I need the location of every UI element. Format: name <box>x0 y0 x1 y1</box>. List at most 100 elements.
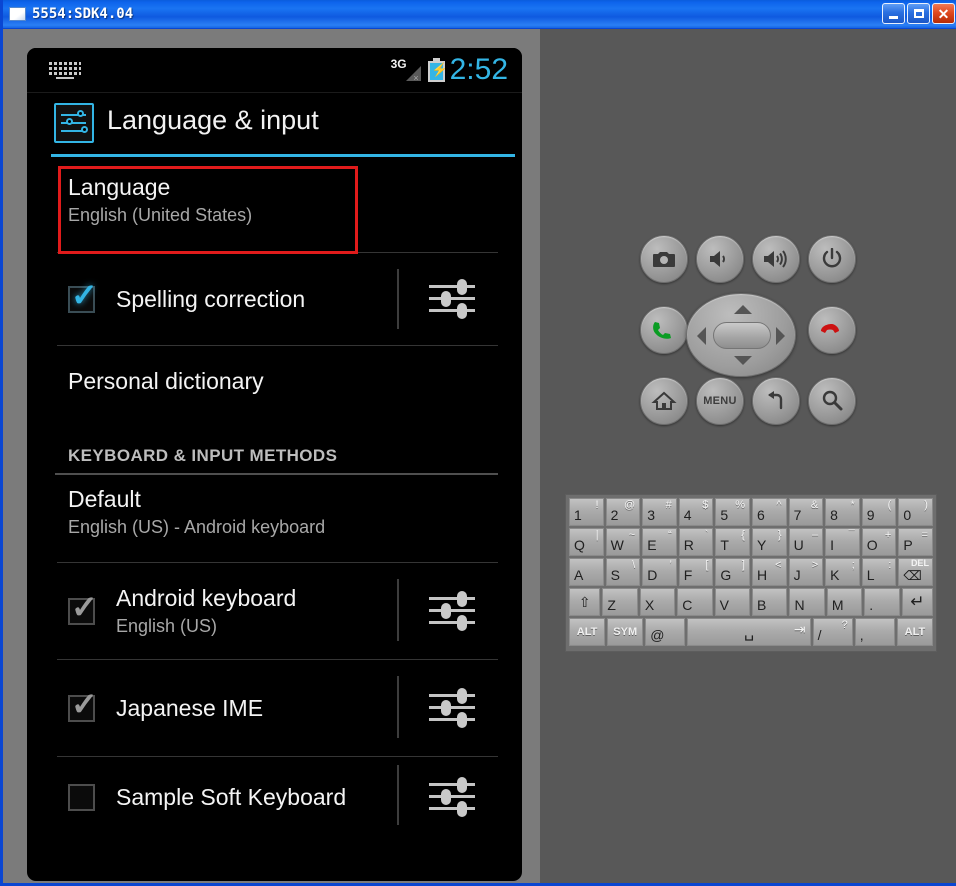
key-d[interactable]: D’ <box>642 558 677 586</box>
dpad[interactable] <box>686 293 796 377</box>
key-g[interactable]: G] <box>715 558 750 586</box>
signal-3g-icon: 3G × <box>391 56 423 84</box>
key-9[interactable]: 9( <box>861 498 897 526</box>
dpad-center-button[interactable] <box>713 322 771 349</box>
key-t[interactable]: T{ <box>715 528 750 556</box>
key-main: N <box>794 597 805 613</box>
key-alt-right[interactable]: ALT <box>896 618 934 646</box>
page-title: Language & input <box>107 105 319 135</box>
emulator-hardware-keyboard[interactable]: 1! 2 @ 3 # 4 $ 5% 6 ^ 7 & 8 * 9( 0) Q | W ~ E “ R… <box>565 494 937 652</box>
key-alt: ` <box>704 529 709 541</box>
spelling-correction-checkbox[interactable]: ✓ <box>68 279 98 313</box>
camera-button[interactable] <box>640 235 688 283</box>
volume-up-button[interactable] <box>752 235 800 283</box>
list-item-japanese-ime[interactable]: ✓ Japanese IME <box>27 660 522 756</box>
japanese-ime-checkbox[interactable]: ✓ <box>68 688 98 722</box>
keyboard-row-bottom: ALT SYM @ ␣ ⇥ /? , ALT <box>569 618 934 646</box>
key-q[interactable]: Q | <box>569 528 604 556</box>
key-5[interactable]: 5% <box>715 498 750 526</box>
key-main: . <box>869 597 874 613</box>
key-r[interactable]: R ` <box>678 528 714 556</box>
key-8[interactable]: 8 * <box>825 498 860 526</box>
key-e[interactable]: E “ <box>642 528 677 556</box>
maximize-button[interactable] <box>907 3 930 24</box>
sample-soft-keyboard-settings-icon[interactable] <box>429 777 475 817</box>
key-o[interactable]: O + <box>861 528 897 556</box>
menu-button[interactable]: MENU <box>696 377 744 425</box>
key-z[interactable]: Z <box>602 588 638 616</box>
key-1[interactable]: 1! <box>569 498 604 526</box>
call-button[interactable] <box>640 306 688 354</box>
list-item-language[interactable]: Language English (United States) <box>27 160 522 254</box>
key-j[interactable]: J > <box>788 558 824 586</box>
list-item-default-keyboard[interactable]: Default English (US) - Android keyboard <box>27 472 522 562</box>
key-b[interactable]: B <box>752 588 788 616</box>
list-item-personal-dictionary[interactable]: Personal dictionary <box>27 346 522 424</box>
sample-soft-keyboard-checkbox[interactable] <box>68 783 95 811</box>
key-slash[interactable]: /? <box>812 618 853 646</box>
key-shift[interactable]: ⇧ <box>569 588 601 616</box>
key-w[interactable]: W ~ <box>605 528 641 556</box>
key-alt-left[interactable]: ALT <box>569 618 606 646</box>
key-n[interactable]: N <box>789 588 825 616</box>
key-x[interactable]: X <box>639 588 676 616</box>
key-comma[interactable]: , <box>854 618 895 646</box>
volume-down-button[interactable] <box>696 235 744 283</box>
android-keyboard-subtitle: English (US) <box>116 616 218 636</box>
close-button[interactable]: ✕ <box>932 3 955 24</box>
key-c[interactable]: C <box>677 588 713 616</box>
end-call-button[interactable] <box>808 306 856 354</box>
key-at[interactable]: @ <box>645 618 686 646</box>
key-h[interactable]: H < <box>751 558 787 586</box>
dpad-up-icon[interactable] <box>734 305 752 314</box>
search-button[interactable] <box>808 377 856 425</box>
key-7[interactable]: 7 & <box>788 498 824 526</box>
dpad-left-icon[interactable] <box>697 327 706 345</box>
key-enter[interactable]: ↵ <box>901 588 934 616</box>
list-item-sample-soft-keyboard[interactable]: Sample Soft Keyboard <box>27 757 522 837</box>
android-keyboard-settings-icon[interactable] <box>429 591 475 631</box>
key-f[interactable]: F[ <box>678 558 714 586</box>
key-a[interactable]: A <box>569 558 604 586</box>
home-button[interactable] <box>640 377 688 425</box>
key-u[interactable]: U – <box>788 528 824 556</box>
key-l[interactable]: L: <box>861 558 897 586</box>
key-4[interactable]: 4 $ <box>678 498 714 526</box>
end-call-red-icon <box>821 324 839 333</box>
key-v[interactable]: V <box>714 588 751 616</box>
key-m[interactable]: M <box>826 588 863 616</box>
key-main: 9 <box>866 507 875 523</box>
key-sym[interactable]: SYM <box>607 618 644 646</box>
keyboard-row-qwerty: Q | W ~ E “ R ` T{ Y} U – I ¯ O + P = <box>569 528 933 556</box>
list-item-spelling-correction[interactable]: ✓ Spelling correction <box>27 253 522 345</box>
android-screen[interactable]: 3G × ⚡ 2:52 Language & input Language En… <box>27 48 522 881</box>
key-p[interactable]: P = <box>898 528 933 556</box>
key-i[interactable]: I ¯ <box>825 528 860 556</box>
android-keyboard-checkbox[interactable]: ✓ <box>68 591 98 625</box>
key-6[interactable]: 6 ^ <box>751 498 787 526</box>
japanese-ime-settings-icon[interactable] <box>429 688 475 728</box>
key-s[interactable]: S \ <box>605 558 641 586</box>
tab-icon: ⇥ <box>793 621 806 637</box>
spelling-settings-icon[interactable] <box>429 279 475 319</box>
key-k[interactable]: K; <box>825 558 860 586</box>
power-button[interactable] <box>808 235 856 283</box>
key-alt: ; <box>851 559 855 571</box>
dpad-down-icon[interactable] <box>734 356 752 365</box>
key-alt: ’ <box>669 559 672 571</box>
back-button[interactable] <box>752 377 800 425</box>
dpad-right-icon[interactable] <box>776 327 785 345</box>
key-0[interactable]: 0) <box>898 498 933 526</box>
key-delete[interactable]: DEL ⌫ <box>898 558 933 586</box>
key-space[interactable]: ␣ ⇥ <box>687 618 811 646</box>
key-main: A <box>574 567 584 583</box>
minimize-button[interactable] <box>882 3 905 24</box>
key-2[interactable]: 2 @ <box>605 498 641 526</box>
list-item-android-keyboard[interactable]: ✓ Android keyboard English (US) <box>27 563 522 659</box>
key-alt: ) <box>924 499 928 511</box>
key-period[interactable]: . <box>864 588 900 616</box>
section-header-keyboard-input: KEYBOARD & INPUT METHODS <box>27 424 522 475</box>
key-y[interactable]: Y} <box>751 528 787 556</box>
key-main: ALT <box>576 626 598 638</box>
key-3[interactable]: 3 # <box>642 498 677 526</box>
